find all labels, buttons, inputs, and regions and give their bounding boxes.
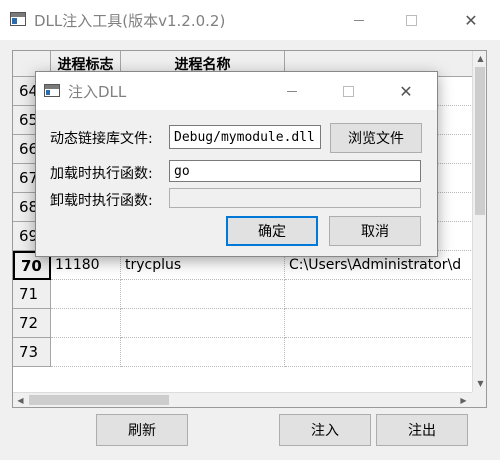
cell-path[interactable] — [285, 280, 473, 309]
minimize-button[interactable] — [336, 0, 382, 40]
maximize-button[interactable] — [388, 0, 434, 40]
vertical-scrollbar[interactable]: ▲ ▼ — [472, 51, 486, 392]
row-number[interactable]: 71 — [13, 280, 51, 309]
scroll-left-arrow-icon[interactable]: ◀ — [13, 393, 28, 407]
maximize-icon — [342, 85, 354, 97]
scroll-down-arrow-icon[interactable]: ▼ — [473, 376, 486, 391]
app-icon — [10, 12, 26, 26]
main-title-bar[interactable]: DLL注入工具(版本v1.2.0.2) ✕ — [0, 0, 500, 40]
load-function-input[interactable]: go — [169, 160, 421, 182]
cell-name[interactable] — [121, 280, 285, 309]
cell-name[interactable] — [121, 309, 285, 338]
browse-file-button[interactable]: 浏览文件 — [330, 123, 422, 153]
maximize-icon — [405, 14, 417, 26]
row-number[interactable]: 72 — [13, 309, 51, 338]
inject-button[interactable]: 注入 — [279, 414, 371, 446]
scrollbar-corner — [472, 392, 486, 407]
unload-function-input — [169, 188, 421, 208]
inject-dll-dialog[interactable]: 注入DLL ✕ 动态链接库文件: Debug/mymodule.dll 浏览文件… — [35, 71, 438, 257]
window-title: DLL注入工具(版本v1.2.0.2) — [34, 12, 226, 30]
dialog-app-icon — [44, 84, 60, 97]
cancel-button[interactable]: 取消 — [329, 216, 421, 246]
scroll-right-arrow-icon[interactable]: ▶ — [456, 393, 471, 407]
dialog-minimize-button[interactable] — [272, 72, 312, 110]
ok-button[interactable]: 确定 — [226, 216, 318, 246]
minimize-icon — [287, 90, 297, 92]
dialog-title-bar[interactable]: 注入DLL ✕ — [36, 72, 437, 110]
vertical-scroll-thumb[interactable] — [475, 67, 485, 215]
unload-function-label: 卸载时执行函数: — [50, 193, 153, 209]
table-row[interactable]: 73 — [13, 338, 473, 367]
minimize-icon — [354, 19, 364, 21]
cell-pid[interactable] — [51, 280, 121, 309]
refresh-button[interactable]: 刷新 — [96, 414, 188, 446]
cell-path[interactable] — [285, 338, 473, 367]
table-row[interactable]: 72 — [13, 309, 473, 338]
eject-button[interactable]: 注出 — [376, 414, 468, 446]
load-function-label: 加载时执行函数: — [50, 166, 153, 182]
cell-path[interactable] — [285, 309, 473, 338]
dialog-close-button[interactable]: ✕ — [386, 72, 426, 110]
dialog-title: 注入DLL — [68, 83, 127, 101]
table-row[interactable]: 71 — [13, 280, 473, 309]
dll-file-label: 动态链接库文件: — [50, 131, 153, 147]
scroll-up-arrow-icon[interactable]: ▲ — [473, 51, 486, 66]
close-icon: ✕ — [464, 10, 478, 30]
cell-name[interactable] — [121, 338, 285, 367]
horizontal-scroll-thumb[interactable] — [29, 395, 169, 405]
close-button[interactable]: ✕ — [448, 0, 494, 40]
row-number[interactable]: 73 — [13, 338, 51, 367]
horizontal-scrollbar[interactable]: ◀ ▶ — [13, 392, 472, 407]
dialog-maximize-button[interactable] — [328, 72, 368, 110]
cell-pid[interactable] — [51, 309, 121, 338]
cell-pid[interactable] — [51, 338, 121, 367]
dll-file-input[interactable]: Debug/mymodule.dll — [169, 125, 321, 149]
close-icon: ✕ — [399, 81, 413, 101]
